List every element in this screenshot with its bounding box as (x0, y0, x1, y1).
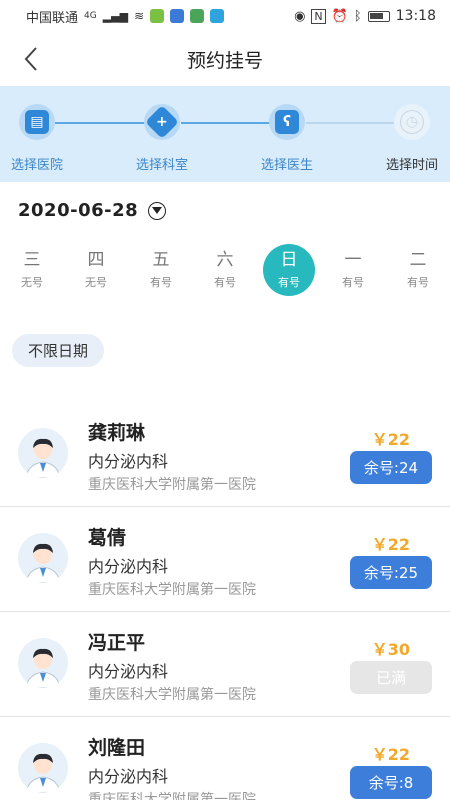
doctor-name: 刘隆田 (88, 737, 146, 759)
clock-icon: ◷ (400, 110, 424, 134)
selected-date: 2020-06-28 (18, 200, 139, 221)
doctor-department: 内分泌内科 (88, 557, 169, 576)
doctor-name: 冯正平 (88, 632, 146, 654)
day-tue[interactable]: 二 有号 (392, 244, 444, 296)
signal-icon: ▂▄▆ (102, 9, 129, 23)
remaining-slots-button[interactable]: 余号:25 (350, 556, 432, 589)
doctor-hospital: 重庆医科大学附属第一医院 (88, 792, 256, 800)
hospital-icon: ▤ (25, 110, 49, 134)
carrier-label: 中国联通 (26, 10, 79, 26)
doctor-name: 龚莉琳 (88, 422, 146, 444)
doctor-hospital: 重庆医科大学附属第一医院 (88, 582, 256, 598)
date-selector[interactable]: 2020-06-28 (18, 200, 167, 221)
consultation-fee: ￥30 (371, 640, 410, 659)
nav-bar: 预约挂号 (0, 32, 450, 86)
doctor-avatar (18, 428, 68, 478)
wifi-icon: ≋ (134, 9, 145, 23)
bluetooth-icon: ᛒ (353, 8, 362, 24)
doctor-avatar (18, 533, 68, 583)
status-bar: 中国联通 4G ▂▄▆ ≋ ◉ N ⏰ ᛒ 13:18 (0, 0, 450, 32)
day-mon[interactable]: 一 有号 (327, 244, 379, 296)
play-store-icon (190, 9, 205, 23)
doctor-row[interactable]: 龚莉琳 内分泌内科 重庆医科大学附属第一医院 ￥22 余号:24 (0, 402, 450, 507)
doctor-department: 内分泌内科 (88, 452, 169, 471)
doctor-avatar (18, 638, 68, 688)
remaining-slots-button[interactable]: 余号:24 (350, 451, 432, 484)
doctor-avatar-icon (18, 743, 68, 793)
doctor-avatar (18, 743, 68, 793)
day-wed[interactable]: 三 无号 (6, 244, 58, 296)
doctor-avatar-icon (18, 638, 68, 688)
doctor-avatar-icon (18, 533, 68, 583)
wechat-icon (150, 9, 165, 23)
doctor-row[interactable]: 葛倩 内分泌内科 重庆医科大学附属第一医院 ￥22 余号:25 (0, 507, 450, 612)
triangle-down-icon (152, 206, 163, 214)
remaining-slots-button[interactable]: 余号:8 (350, 766, 432, 799)
date-dropdown-button[interactable] (148, 201, 167, 220)
battery-icon (367, 10, 390, 22)
eye-icon: ◉ (294, 8, 306, 24)
weekday-selector: 三 无号 四 无号 五 有号 六 有号 日 有号 一 有号 二 有号 (0, 244, 450, 300)
clock-time: 13:18 (395, 8, 436, 24)
doctor-department: 内分泌内科 (88, 662, 169, 681)
nfc-icon: N (311, 8, 326, 24)
booking-steps: ▤ 选择医院 + 选择科室 ʕ 选择医生 ◷ 选择时间 (0, 86, 450, 182)
doctor-hospital: 重庆医科大学附属第一医院 (88, 477, 256, 493)
network-label: 4G (84, 11, 97, 21)
consultation-fee: ￥22 (371, 535, 410, 554)
telegram-icon (210, 9, 225, 23)
step-select-doctor: ʕ 选择医生 (242, 104, 332, 173)
app-notification-icon (170, 9, 185, 23)
date-filter-chip[interactable]: 不限日期 (12, 334, 105, 367)
stethoscope-icon: ʕ (275, 110, 299, 134)
day-thu[interactable]: 四 无号 (70, 244, 122, 296)
day-sun[interactable]: 日 有号 (263, 244, 315, 296)
step-select-hospital: ▤ 选择医院 (0, 104, 82, 173)
department-icon: + (145, 105, 179, 139)
step-select-department: + 选择科室 (117, 104, 207, 173)
back-button[interactable] (16, 44, 46, 74)
alarm-icon: ⏰ (331, 8, 348, 24)
day-fri[interactable]: 五 有号 (135, 244, 187, 296)
page-title: 预约挂号 (186, 49, 263, 72)
fully-booked-button: 已满 (350, 661, 432, 694)
chevron-left-icon (24, 47, 37, 71)
doctor-hospital: 重庆医科大学附属第一医院 (88, 687, 256, 703)
consultation-fee: ￥22 (371, 430, 410, 449)
doctor-avatar-icon (18, 428, 68, 478)
doctor-department: 内分泌内科 (88, 767, 169, 786)
day-sat[interactable]: 六 有号 (199, 244, 251, 296)
consultation-fee: ￥22 (371, 745, 410, 764)
doctor-name: 葛倩 (88, 527, 127, 549)
doctor-row[interactable]: 刘隆田 内分泌内科 重庆医科大学附属第一医院 ￥22 余号:8 (0, 717, 450, 800)
doctor-row[interactable]: 冯正平 内分泌内科 重庆医科大学附属第一医院 ￥30 已满 (0, 612, 450, 717)
step-select-time: ◷ 选择时间 (367, 104, 450, 173)
